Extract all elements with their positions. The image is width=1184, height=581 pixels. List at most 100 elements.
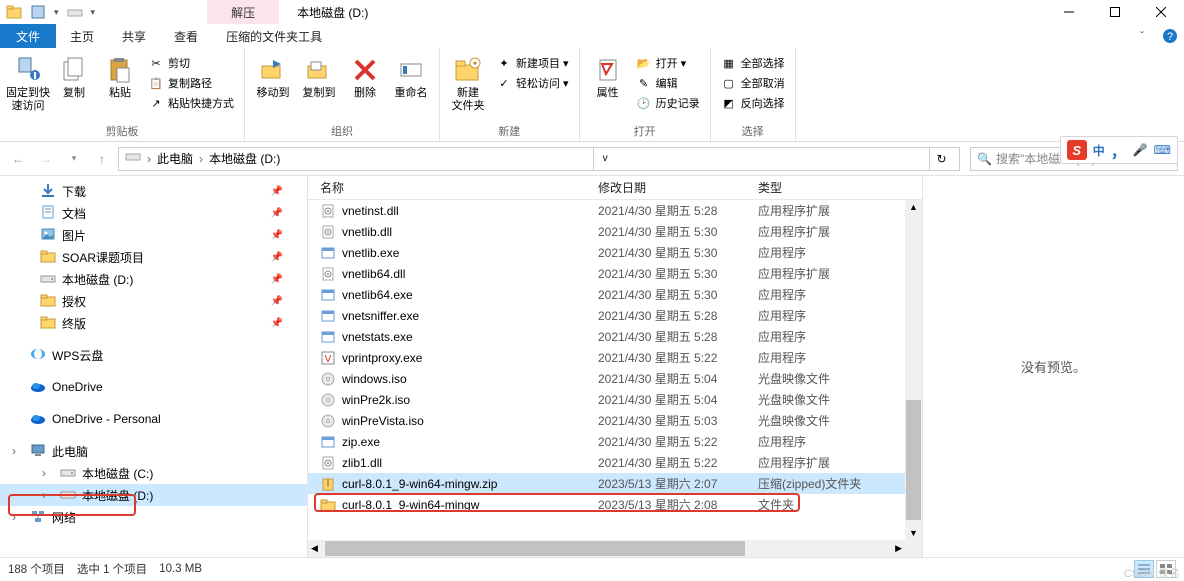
history-button[interactable]: 🕑历史记录 xyxy=(632,94,704,112)
qat-dropdown2-icon[interactable]: ▾ xyxy=(91,7,96,18)
file-row[interactable]: zip.exe2021/4/30 星期五 5:22应用程序 xyxy=(308,431,922,452)
invert-selection-button[interactable]: ◩反向选择 xyxy=(717,94,789,112)
copy-button[interactable]: 复制 xyxy=(52,50,96,100)
select-none-button[interactable]: ▢全部取消 xyxy=(717,74,789,92)
copy-to-button[interactable]: 复制到 xyxy=(297,50,341,100)
mic-icon[interactable]: 🎤 xyxy=(1133,143,1148,157)
file-row[interactable]: vnetlib.exe2021/4/30 星期五 5:30应用程序 xyxy=(308,242,922,263)
ribbon-collapse-icon[interactable]: ˇ xyxy=(1128,24,1156,48)
back-button[interactable]: ← xyxy=(6,147,30,171)
context-tab-extract[interactable]: 解压 xyxy=(207,0,279,24)
pin-icon: 📌 xyxy=(271,274,283,285)
easy-access-button[interactable]: ✓轻松访问 ▾ xyxy=(492,74,573,92)
address-bar[interactable]: › 此电脑 › 本地磁盘 (D:) v ↻ xyxy=(118,147,960,171)
file-row[interactable]: vnetlib.dll2021/4/30 星期五 5:30应用程序扩展 xyxy=(308,221,922,242)
breadcrumb-segment[interactable]: 本地磁盘 (D:) xyxy=(209,150,280,167)
pin-to-quick-access-button[interactable]: 固定到快 速访问 xyxy=(6,50,50,113)
qat-dropdown-icon[interactable]: ▾ xyxy=(54,7,59,18)
file-row[interactable]: vnetstats.exe2021/4/30 星期五 5:28应用程序 xyxy=(308,326,922,347)
addr-dropdown-button[interactable]: v xyxy=(593,148,617,170)
tree-item[interactable]: 授权📌 xyxy=(0,290,307,312)
refresh-button[interactable]: ↻ xyxy=(929,148,953,170)
file-row[interactable]: vnetlib64.dll2021/4/30 星期五 5:30应用程序扩展 xyxy=(308,263,922,284)
path-icon: 📋 xyxy=(148,75,164,91)
tree-item[interactable]: 本地磁盘 (D:)📌 xyxy=(0,268,307,290)
tree-item[interactable]: 终版📌 xyxy=(0,312,307,334)
recent-locations-button[interactable]: ▾ xyxy=(62,147,86,171)
rename-button[interactable]: 重命名 xyxy=(389,50,433,100)
folder-icon xyxy=(40,248,56,267)
group-organize: 组织 xyxy=(251,123,433,141)
wps-icon xyxy=(30,346,46,365)
ime-lang[interactable]: 中 xyxy=(1093,142,1105,159)
tree-item-drive[interactable]: ›本地磁盘 (D:) xyxy=(0,484,307,506)
drive-icon xyxy=(60,486,76,505)
file-row[interactable]: curl-8.0.1_9-win64-mingw2023/5/13 星期六 2:… xyxy=(308,494,922,515)
new-item-button[interactable]: ✦新建项目 ▾ xyxy=(492,54,573,72)
file-row[interactable]: vnetlib64.exe2021/4/30 星期五 5:30应用程序 xyxy=(308,284,922,305)
help-icon[interactable]: ? xyxy=(1156,24,1184,48)
new-folder-button[interactable]: ✦新建 文件夹 xyxy=(446,50,490,113)
paste-shortcut-button[interactable]: ↗粘贴快捷方式 xyxy=(144,94,238,112)
edit-button[interactable]: ✎编辑 xyxy=(632,74,704,92)
select-all-button[interactable]: ▦全部选择 xyxy=(717,54,789,72)
tree-item[interactable]: 文档📌 xyxy=(0,202,307,224)
minimize-button[interactable] xyxy=(1046,0,1092,24)
file-row[interactable]: curl-8.0.1_9-win64-mingw.zip2023/5/13 星期… xyxy=(308,473,922,494)
column-name[interactable]: 名称 xyxy=(320,179,598,196)
file-row[interactable]: winPreVista.iso2021/4/30 星期五 5:03光盘映像文件 xyxy=(308,410,922,431)
tree-item[interactable]: 图片📌 xyxy=(0,224,307,246)
exe-icon xyxy=(320,308,336,324)
tab-view[interactable]: 查看 xyxy=(160,24,212,48)
dll-icon xyxy=(320,224,336,240)
tree-item-drive[interactable]: ›本地磁盘 (C:) xyxy=(0,462,307,484)
properties-button[interactable]: 属性 xyxy=(586,50,630,100)
navigation-tree[interactable]: 下载📌文档📌图片📌SOAR课题项目📌本地磁盘 (D:)📌授权📌终版📌 WPS云盘… xyxy=(0,176,308,557)
drive-icon xyxy=(60,464,76,483)
file-row[interactable]: vnetsniffer.exe2021/4/30 星期五 5:28应用程序 xyxy=(308,305,922,326)
horizontal-scrollbar[interactable]: ◀ ▶ xyxy=(308,540,905,557)
ime-punct[interactable]: ， xyxy=(1111,138,1127,162)
address-bar-row: ← → ▾ ↑ › 此电脑 › 本地磁盘 (D:) v ↻ 🔍 搜索"本地磁盘 … xyxy=(0,142,1184,176)
tree-item[interactable]: 下载📌 xyxy=(0,180,307,202)
delete-button[interactable]: 删除 xyxy=(343,50,387,100)
tree-group[interactable]: ›网络 xyxy=(0,506,307,528)
file-row[interactable]: vnetinst.dll2021/4/30 星期五 5:28应用程序扩展 xyxy=(308,200,922,221)
tree-group[interactable]: OneDrive xyxy=(0,376,307,398)
maximize-button[interactable] xyxy=(1092,0,1138,24)
pin-icon: 📌 xyxy=(271,318,283,329)
vertical-scrollbar[interactable]: ▲ ▼ xyxy=(905,200,922,557)
tree-group[interactable]: WPS云盘 xyxy=(0,344,307,366)
tree-group[interactable]: ›此电脑 xyxy=(0,440,307,462)
column-date[interactable]: 修改日期 xyxy=(598,179,758,196)
tree-group[interactable]: OneDrive - Personal xyxy=(0,408,307,430)
keyboard-icon[interactable]: ⌨ xyxy=(1154,143,1171,157)
tab-share[interactable]: 共享 xyxy=(108,24,160,48)
column-headers[interactable]: 名称 修改日期 类型 xyxy=(308,176,922,200)
column-type[interactable]: 类型 xyxy=(758,179,888,196)
forward-button[interactable]: → xyxy=(34,147,58,171)
pin-icon: 📌 xyxy=(271,208,283,219)
open-button[interactable]: 📂打开 ▾ xyxy=(632,54,704,72)
file-row[interactable]: winPre2k.iso2021/4/30 星期五 5:04光盘映像文件 xyxy=(308,389,922,410)
cut-button[interactable]: ✂剪切 xyxy=(144,54,238,72)
file-list[interactable]: vmwarewall.dll2021/4/30 星期五 5:29应用程序扩展vn… xyxy=(308,200,922,557)
tree-item[interactable]: SOAR课题项目📌 xyxy=(0,246,307,268)
preview-pane: 没有预览。 xyxy=(922,176,1184,557)
close-button[interactable] xyxy=(1138,0,1184,24)
tab-home[interactable]: 主页 xyxy=(56,24,108,48)
move-to-button[interactable]: 移动到 xyxy=(251,50,295,100)
exe-icon xyxy=(320,434,336,450)
up-button[interactable]: ↑ xyxy=(90,147,114,171)
file-row[interactable]: Vvprintproxy.exe2021/4/30 星期五 5:22应用程序 xyxy=(308,347,922,368)
file-row[interactable]: zlib1.dll2021/4/30 星期五 5:22应用程序扩展 xyxy=(308,452,922,473)
paste-button[interactable]: 粘贴 xyxy=(98,50,142,100)
file-row[interactable]: windows.iso2021/4/30 星期五 5:04光盘映像文件 xyxy=(308,368,922,389)
tab-file[interactable]: 文件 xyxy=(0,24,56,48)
copy-path-button[interactable]: 📋复制路径 xyxy=(144,74,238,92)
ime-toolbar[interactable]: S 中 ， 🎤 ⌨ xyxy=(1060,136,1178,164)
window-title: 本地磁盘 (D:) xyxy=(297,4,368,21)
save-icon[interactable] xyxy=(30,4,46,20)
breadcrumb-segment[interactable]: 此电脑 xyxy=(157,150,193,167)
tab-compress[interactable]: 压缩的文件夹工具 xyxy=(212,24,336,48)
